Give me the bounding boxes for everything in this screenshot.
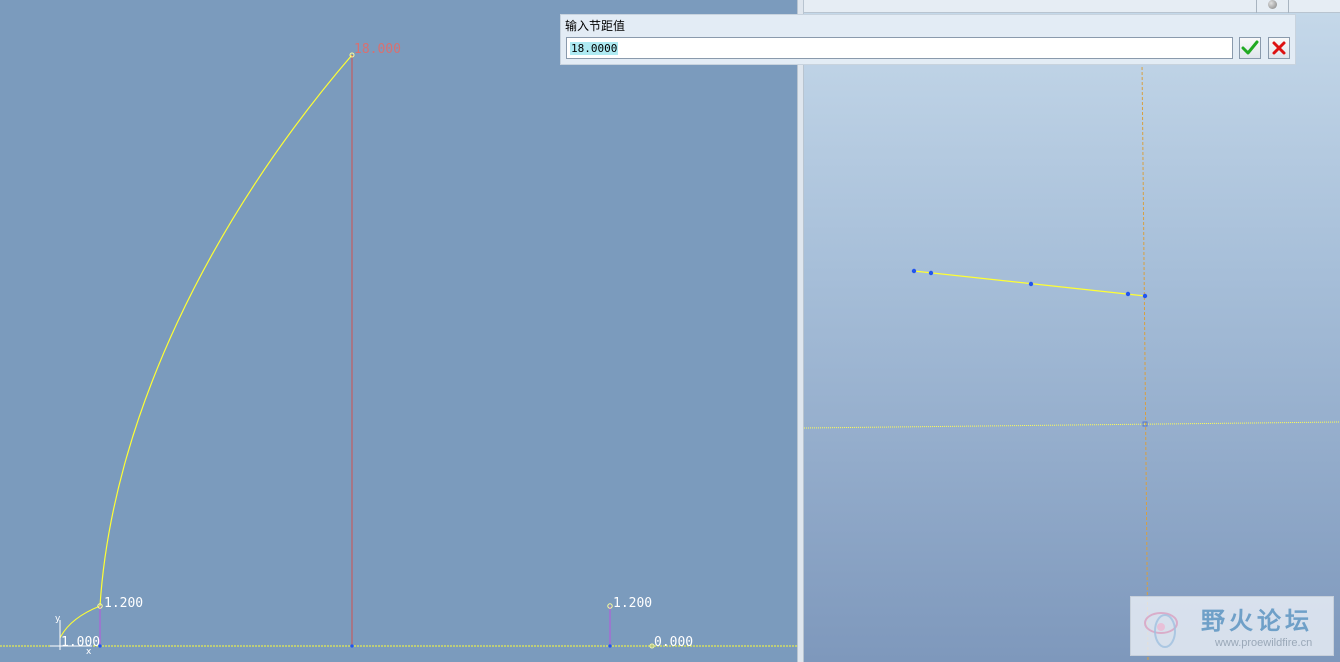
pitch-graph-canvas: 18.000 1.200 1.200 1.000 0.000 y x [0,42,797,657]
horizontal-axis-dashed [804,421,1340,429]
close-icon [1272,41,1286,55]
top-toolbar-strip [804,0,1340,13]
label-left-low: 1.200 [104,596,143,611]
vertical-axis-dashed [1141,61,1149,662]
point-base-right[interactable] [608,644,612,648]
origin-arc [59,605,101,639]
watermark-url: www.proewildfire.cn [1215,637,1313,649]
axis-label-y: y [55,614,61,624]
label-top: 18.000 [354,42,401,57]
pitch-value-input[interactable]: 18.0000 [566,37,1233,59]
label-end: 0.000 [654,635,693,650]
toolbar-separator [1288,0,1289,13]
axis-label-x: x [86,647,92,657]
sketch-point[interactable] [911,268,917,274]
sketch-point[interactable] [1028,281,1034,287]
sketch-point[interactable] [1142,293,1148,299]
pitch-graph-view[interactable]: 18.000 1.200 1.200 1.000 0.000 y x [0,0,797,662]
pitch-input-dialog: 输入节距值 18.0000 [560,14,1296,65]
model-canvas [804,61,1340,662]
toolbar-separator [1256,0,1257,13]
pitch-value-selected-text: 18.0000 [570,41,619,55]
sketch-point[interactable] [928,270,934,276]
accept-button[interactable] [1239,37,1261,59]
sketch-point[interactable] [1125,291,1131,297]
pitch-curve [99,54,353,607]
checkmark-icon [1241,40,1259,55]
watermark-logo: 野火论坛 www.proewildfire.cn [1130,596,1334,656]
cancel-button[interactable] [1268,37,1290,59]
watermark-title: 野火论坛 [1201,607,1313,635]
view-splitter[interactable] [797,0,804,662]
model-viewport[interactable] [804,0,1340,662]
watermark-flower-icon [1144,612,1178,648]
dialog-title: 输入节距值 [565,19,626,33]
status-dot-icon[interactable] [1268,0,1277,9]
label-right-low: 1.200 [613,596,652,611]
point-base-mid[interactable] [350,644,354,648]
label-origin: 1.000 [61,635,100,650]
